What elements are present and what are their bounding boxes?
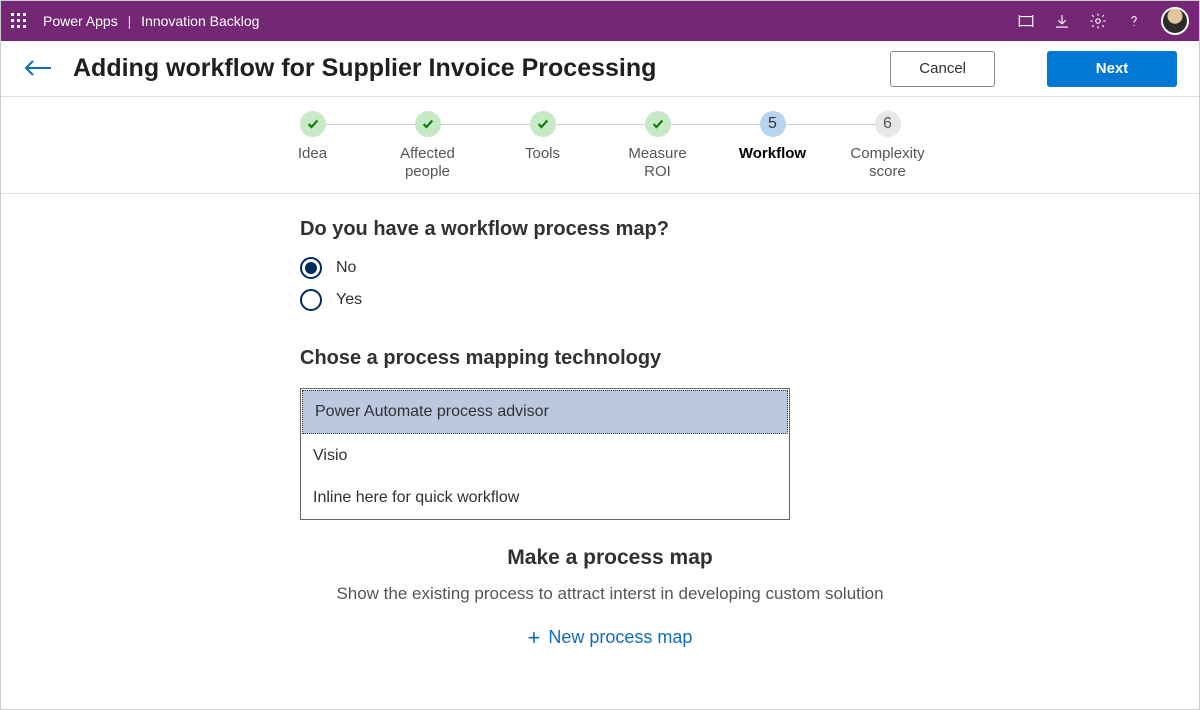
- app-launcher-icon[interactable]: [11, 13, 27, 29]
- step-5[interactable]: 5 Workflow: [715, 111, 830, 181]
- make-map-subtitle: Show the existing process to attract int…: [300, 582, 920, 607]
- page-header: Adding workflow for Supplier Invoice Pro…: [1, 41, 1199, 97]
- radio-label: No: [336, 259, 356, 277]
- back-arrow-icon[interactable]: [23, 56, 53, 82]
- step-number: 5: [760, 111, 786, 137]
- step-4[interactable]: MeasureROI: [600, 111, 715, 181]
- radio-option-no[interactable]: No: [300, 257, 920, 279]
- step-3[interactable]: Tools: [485, 111, 600, 181]
- step-label: Complexityscore: [850, 145, 924, 181]
- tech-option-0[interactable]: Power Automate process advisor: [302, 390, 788, 434]
- step-label: Workflow: [739, 145, 806, 163]
- step-number: 6: [875, 111, 901, 137]
- radio-icon: [300, 257, 322, 279]
- step-label: Affectedpeople: [400, 145, 455, 181]
- plus-icon: +: [528, 625, 541, 651]
- check-icon: [415, 111, 441, 137]
- check-icon: [645, 111, 671, 137]
- step-1[interactable]: Idea: [255, 111, 370, 181]
- new-process-map-label: New process map: [548, 627, 692, 648]
- step-2[interactable]: Affectedpeople: [370, 111, 485, 181]
- flow-icon[interactable]: [1017, 12, 1035, 30]
- tech-option-1[interactable]: Visio: [301, 435, 789, 477]
- title-divider: |: [122, 13, 138, 29]
- make-map-title: Make a process map: [300, 546, 920, 570]
- step-6[interactable]: 6 Complexityscore: [830, 111, 945, 181]
- step-label: MeasureROI: [628, 145, 686, 181]
- user-avatar[interactable]: [1161, 7, 1189, 35]
- page-title: Adding workflow for Supplier Invoice Pro…: [73, 54, 870, 83]
- step-label: Tools: [525, 145, 560, 163]
- new-process-map-button[interactable]: + New process map: [300, 625, 920, 651]
- wizard-content: Do you have a workflow process map? No Ye…: [280, 218, 920, 651]
- step-label: Idea: [298, 145, 327, 163]
- radio-icon: [300, 289, 322, 311]
- check-icon: [300, 111, 326, 137]
- wizard-stepper: Idea Affectedpeople Tools MeasureROI 5 Workfl…: [1, 97, 1199, 194]
- technology-listbox[interactable]: Power Automate process advisorVisioInlin…: [300, 388, 790, 520]
- radio-label: Yes: [336, 291, 362, 309]
- app-title: Power Apps | Innovation Backlog: [43, 13, 259, 29]
- radio-option-yes[interactable]: Yes: [300, 289, 920, 311]
- app-topbar: Power Apps | Innovation Backlog: [1, 1, 1199, 41]
- help-icon[interactable]: [1125, 12, 1143, 30]
- cancel-button[interactable]: Cancel: [890, 51, 995, 87]
- question-workflow-map: Do you have a workflow process map?: [300, 218, 920, 241]
- check-icon: [530, 111, 556, 137]
- tech-option-2[interactable]: Inline here for quick workflow: [301, 477, 789, 519]
- product-name: Power Apps: [43, 13, 118, 29]
- download-icon[interactable]: [1053, 12, 1071, 30]
- question-technology: Chose a process mapping technology: [300, 347, 920, 370]
- breadcrumb-section: Innovation Backlog: [141, 13, 259, 29]
- next-button[interactable]: Next: [1047, 51, 1177, 87]
- settings-icon[interactable]: [1089, 12, 1107, 30]
